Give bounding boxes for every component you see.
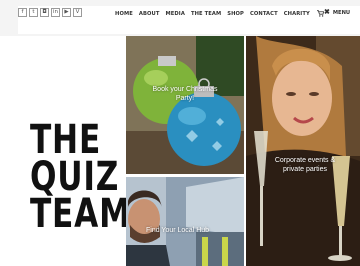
christmas-party-tile[interactable]: Book your Christmas Party!	[126, 36, 244, 174]
cart-icon[interactable]	[316, 10, 324, 17]
tile-divider-horizontal	[126, 174, 244, 177]
nav-the-team[interactable]: THE TEAM	[191, 11, 221, 17]
christmas-baubles-image	[126, 36, 244, 174]
nav-home[interactable]: HOME	[115, 11, 133, 17]
menu-button[interactable]: ✖ MENU	[324, 9, 350, 17]
train-man-image	[126, 177, 244, 266]
hero-title-line-3: TEAM	[30, 191, 131, 237]
tile-divider-vertical	[244, 36, 246, 266]
champagne-woman-image	[246, 36, 360, 266]
instagram-icon[interactable]: ◘	[40, 8, 49, 17]
find-local-hub-label: Find Your Local Hub	[146, 227, 210, 234]
corporate-events-label: Corporate events & private parties	[274, 157, 336, 173]
close-menu-icon: ✖	[324, 9, 330, 16]
nav-charity[interactable]: CHARITY	[284, 11, 310, 17]
christmas-party-label: Book your Christmas Party!	[152, 86, 218, 102]
page: f t ◘ in ▶ V HOME ABOUT MEDIA THE TEAM S…	[0, 0, 360, 266]
youtube-icon[interactable]: ▶	[62, 8, 71, 17]
menu-label: MENU	[332, 10, 351, 16]
main-nav: HOME ABOUT MEDIA THE TEAM SHOP CONTACT C…	[115, 10, 324, 17]
facebook-icon[interactable]: f	[18, 8, 27, 17]
linkedin-icon[interactable]: in	[51, 8, 60, 17]
find-local-hub-tile[interactable]: Find Your Local Hub	[126, 177, 244, 266]
nav-media[interactable]: MEDIA	[166, 11, 185, 17]
twitter-icon[interactable]: t	[29, 8, 38, 17]
nav-shop[interactable]: SHOP	[227, 11, 244, 17]
corporate-events-tile[interactable]: Corporate events & private parties	[246, 36, 360, 266]
vimeo-icon[interactable]: V	[73, 8, 82, 17]
social-links: f t ◘ in ▶ V	[18, 8, 82, 17]
nav-about[interactable]: ABOUT	[139, 11, 160, 17]
nav-contact[interactable]: CONTACT	[250, 11, 278, 17]
